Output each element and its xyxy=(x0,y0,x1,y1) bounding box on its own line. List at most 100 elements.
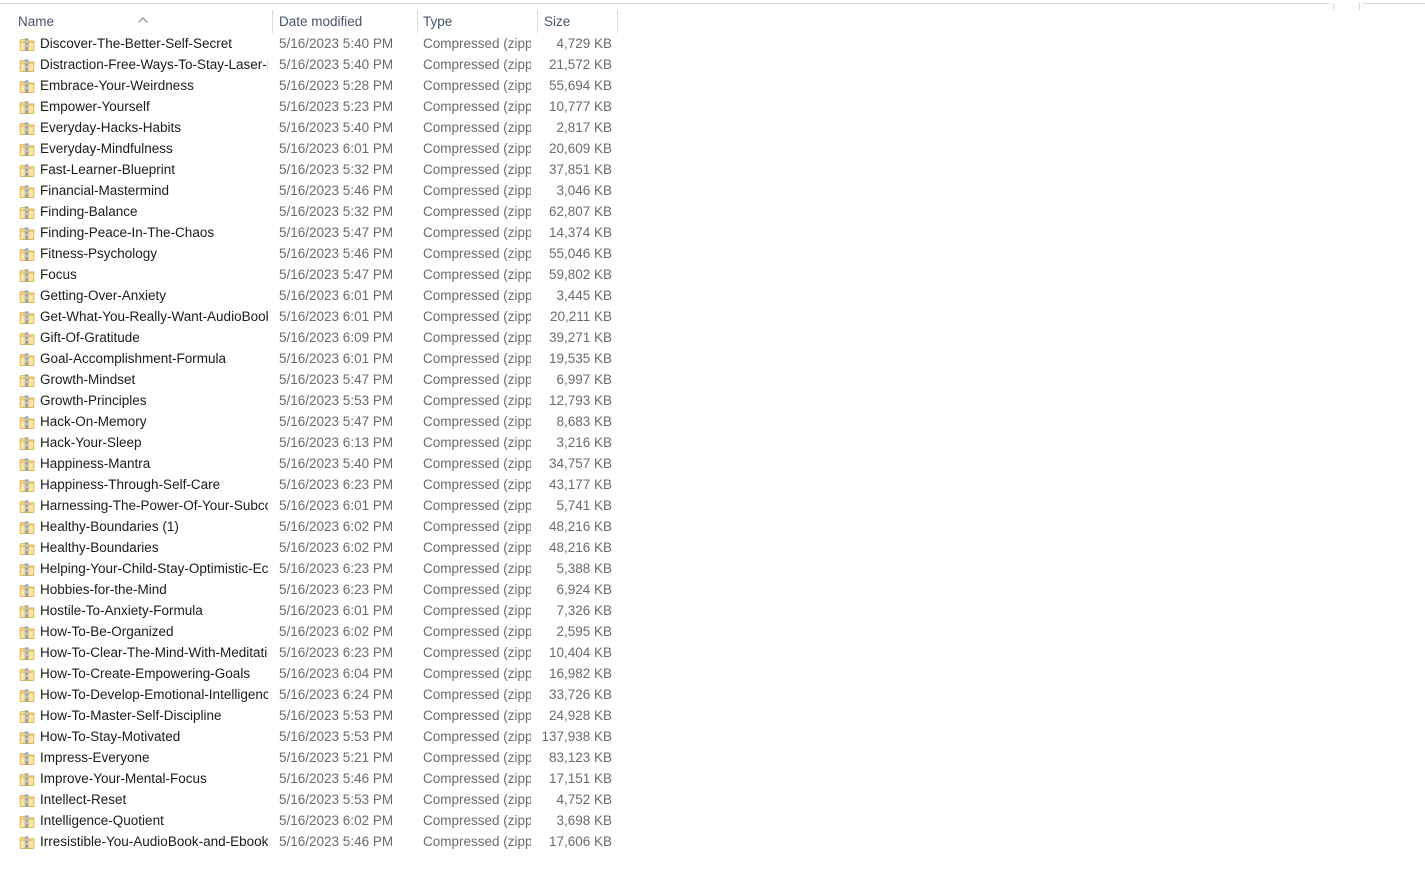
zipped-folder-icon xyxy=(19,456,35,472)
file-date-modified: 5/16/2023 6:13 PM xyxy=(279,435,394,450)
file-size: 48,216 KB xyxy=(548,519,612,534)
file-size: 3,445 KB xyxy=(556,288,612,303)
file-size: 59,802 KB xyxy=(548,267,612,282)
file-row[interactable]: Fast-Learner-Blueprint 5/16/2023 5:32 PM C… xyxy=(0,159,1425,180)
file-row[interactable]: Finding-Peace-In-The-Chaos 5/16/2023 5:47… xyxy=(0,222,1425,243)
file-row[interactable]: Everyday-Hacks-Habits 5/16/2023 5:40 PM Co… xyxy=(0,117,1425,138)
file-size: 5,388 KB xyxy=(556,561,612,576)
file-date-modified: 5/16/2023 5:21 PM xyxy=(279,750,394,765)
file-size: 137,938 KB xyxy=(541,729,612,744)
file-row[interactable]: Get-What-You-Really-Want-AudioBook-... 5/… xyxy=(0,306,1425,327)
file-name: How-To-Develop-Emotional-Intelligence xyxy=(40,687,268,702)
column-header-name[interactable]: Name xyxy=(18,10,268,34)
file-row[interactable]: Goal-Accomplishment-Formula 5/16/2023 6:0… xyxy=(0,348,1425,369)
file-row[interactable]: Healthy-Boundaries 5/16/2023 6:02 PM Compr… xyxy=(0,537,1425,558)
file-row[interactable]: Harnessing-The-Power-Of-Your-Subcon... 5/… xyxy=(0,495,1425,516)
file-date-modified: 5/16/2023 5:40 PM xyxy=(279,36,394,51)
file-date-modified: 5/16/2023 6:02 PM xyxy=(279,540,394,555)
column-resize-handle-type[interactable] xyxy=(537,10,538,33)
file-type: Compressed (zipp... xyxy=(423,330,531,345)
zipped-folder-icon xyxy=(19,708,35,724)
file-row[interactable]: Intellect-Reset 5/16/2023 5:53 PM Compress… xyxy=(0,789,1425,810)
file-date-modified: 5/16/2023 6:01 PM xyxy=(279,288,394,303)
file-type: Compressed (zipp... xyxy=(423,414,531,429)
file-type: Compressed (zipp... xyxy=(423,582,531,597)
zipped-folder-icon xyxy=(19,309,35,325)
zipped-folder-icon xyxy=(19,99,35,115)
file-row[interactable]: How-To-Develop-Emotional-Intelligence 5/1… xyxy=(0,684,1425,705)
column-header-type[interactable]: Type xyxy=(423,10,533,34)
column-resize-handle-size[interactable] xyxy=(617,10,618,33)
file-row[interactable]: Discover-The-Better-Self-Secret 5/16/2023… xyxy=(0,33,1425,54)
file-size: 3,216 KB xyxy=(556,435,612,450)
file-name: Goal-Accomplishment-Formula xyxy=(40,351,227,366)
file-date-modified: 5/16/2023 5:46 PM xyxy=(279,771,394,786)
column-resize-handle-date-modified[interactable] xyxy=(417,10,418,33)
file-row[interactable]: Everyday-Mindfulness 5/16/2023 6:01 PM Com… xyxy=(0,138,1425,159)
file-name: Distraction-Free-Ways-To-Stay-Laser-Foc.… xyxy=(40,57,268,72)
file-row[interactable]: Hobbies-for-the-Mind 5/16/2023 6:23 PM Com… xyxy=(0,579,1425,600)
zipped-folder-icon xyxy=(19,225,35,241)
file-date-modified: 5/16/2023 5:47 PM xyxy=(279,372,394,387)
file-date-modified: 5/16/2023 5:53 PM xyxy=(279,393,394,408)
file-size: 6,997 KB xyxy=(556,372,612,387)
file-row[interactable]: Embrace-Your-Weirdness 5/16/2023 5:28 PM C… xyxy=(0,75,1425,96)
file-size: 3,046 KB xyxy=(556,183,612,198)
file-row[interactable]: How-To-Stay-Motivated 5/16/2023 5:53 PM Co… xyxy=(0,726,1425,747)
file-row[interactable]: How-To-Create-Empowering-Goals 5/16/2023 … xyxy=(0,663,1425,684)
file-name: How-To-Master-Self-Discipline xyxy=(40,708,222,723)
zipped-folder-icon xyxy=(19,603,35,619)
file-row[interactable]: Distraction-Free-Ways-To-Stay-Laser-Foc.… xyxy=(0,54,1425,75)
file-row[interactable]: Intelligence-Quotient 5/16/2023 6:02 PM Co… xyxy=(0,810,1425,831)
file-date-modified: 5/16/2023 6:09 PM xyxy=(279,330,394,345)
file-date-modified: 5/16/2023 6:01 PM xyxy=(279,498,394,513)
column-header-size[interactable]: Size xyxy=(544,10,614,34)
zipped-folder-icon xyxy=(19,267,35,283)
file-row[interactable]: How-To-Be-Organized 5/16/2023 6:02 PM Comp… xyxy=(0,621,1425,642)
file-row[interactable]: Impress-Everyone 5/16/2023 5:21 PM Compres… xyxy=(0,747,1425,768)
column-header-date-modified[interactable]: Date modified xyxy=(279,10,413,34)
file-row[interactable]: How-To-Clear-The-Mind-With-Meditation 5/1… xyxy=(0,642,1425,663)
file-size: 5,741 KB xyxy=(556,498,612,513)
file-name: Discover-The-Better-Self-Secret xyxy=(40,36,233,51)
file-row[interactable]: Hack-Your-Sleep 5/16/2023 6:13 PM Compress… xyxy=(0,432,1425,453)
file-name: Focus xyxy=(40,267,77,282)
file-row[interactable]: Happiness-Through-Self-Care 5/16/2023 6:2… xyxy=(0,474,1425,495)
file-row[interactable]: Hostile-To-Anxiety-Formula 5/16/2023 6:01… xyxy=(0,600,1425,621)
file-row[interactable]: Helping-Your-Child-Stay-Optimistic-Eco..… xyxy=(0,558,1425,579)
zipped-folder-icon xyxy=(19,36,35,52)
file-row[interactable]: Growth-Mindset 5/16/2023 5:47 PM Compresse… xyxy=(0,369,1425,390)
column-header-name-label: Name xyxy=(18,14,55,29)
file-row[interactable]: Growth-Principles 5/16/2023 5:53 PM Compre… xyxy=(0,390,1425,411)
file-size: 48,216 KB xyxy=(548,540,612,555)
file-type: Compressed (zipp... xyxy=(423,36,531,51)
file-row[interactable]: How-To-Master-Self-Discipline 5/16/2023 5… xyxy=(0,705,1425,726)
file-name: Impress-Everyone xyxy=(40,750,150,765)
file-row[interactable]: Hack-On-Memory 5/16/2023 5:47 PM Compresse… xyxy=(0,411,1425,432)
file-row[interactable]: Empower-Yourself 5/16/2023 5:23 PM Compres… xyxy=(0,96,1425,117)
file-date-modified: 5/16/2023 6:23 PM xyxy=(279,582,394,597)
file-date-modified: 5/16/2023 5:46 PM xyxy=(279,834,394,849)
file-size: 55,046 KB xyxy=(548,246,612,261)
file-type: Compressed (zipp... xyxy=(423,57,531,72)
file-row[interactable]: Fitness-Psychology 5/16/2023 5:46 PM Compr… xyxy=(0,243,1425,264)
file-row[interactable]: Healthy-Boundaries (1) 5/16/2023 6:02 PM C… xyxy=(0,516,1425,537)
file-row[interactable]: Focus 5/16/2023 5:47 PM Compressed (zipp..… xyxy=(0,264,1425,285)
zipped-folder-icon xyxy=(19,288,35,304)
file-date-modified: 5/16/2023 5:40 PM xyxy=(279,120,394,135)
column-resize-handle-name[interactable] xyxy=(272,10,273,33)
file-name: Helping-Your-Child-Stay-Optimistic-Eco..… xyxy=(40,561,268,576)
file-date-modified: 5/16/2023 6:02 PM xyxy=(279,624,394,639)
file-row[interactable]: Irresistible-You-AudioBook-and-Ebook 5/16… xyxy=(0,831,1425,852)
file-size: 6,924 KB xyxy=(556,582,612,597)
file-date-modified: 5/16/2023 6:01 PM xyxy=(279,351,394,366)
file-name: Happiness-Mantra xyxy=(40,456,151,471)
file-row[interactable]: Finding-Balance 5/16/2023 5:32 PM Compress… xyxy=(0,201,1425,222)
file-row[interactable]: Getting-Over-Anxiety 5/16/2023 6:01 PM Com… xyxy=(0,285,1425,306)
file-explorer-details-view: Name Date modified Type Size Discover-Th… xyxy=(0,0,1425,876)
file-row[interactable]: Gift-Of-Gratitude 5/16/2023 6:09 PM Compre… xyxy=(0,327,1425,348)
file-row[interactable]: Financial-Mastermind 5/16/2023 5:46 PM Com… xyxy=(0,180,1425,201)
file-row[interactable]: Improve-Your-Mental-Focus 5/16/2023 5:46 … xyxy=(0,768,1425,789)
file-type: Compressed (zipp... xyxy=(423,309,531,324)
file-row[interactable]: Happiness-Mantra 5/16/2023 5:40 PM Compres… xyxy=(0,453,1425,474)
